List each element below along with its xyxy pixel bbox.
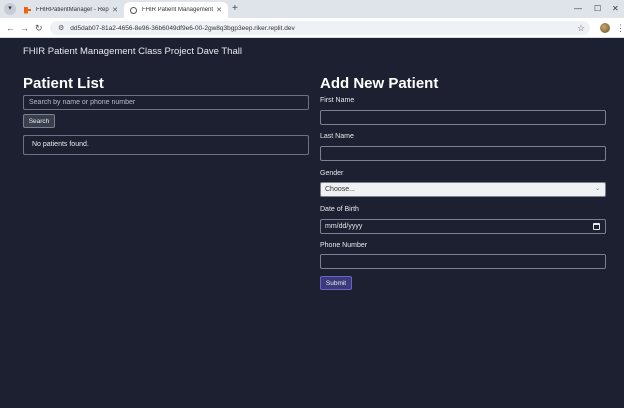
menu-kebab-icon[interactable]: ⋮: [616, 22, 624, 34]
browser-toolbar: ← → ↻ ⚙ dd5dab07-81a2-4656-8e96-36b6049d…: [0, 18, 624, 38]
tab-title: FHIRPatientManager - Replit: [36, 7, 110, 13]
tab-search-icon[interactable]: ▾: [4, 3, 16, 15]
dob-field[interactable]: mm/dd/yyyy: [320, 219, 606, 234]
last-name-field[interactable]: [320, 146, 606, 161]
gender-label: Gender: [320, 170, 344, 177]
site-info-icon[interactable]: ⚙: [58, 24, 64, 32]
navbar-brand[interactable]: FHIR Patient Management Class Project Da…: [23, 46, 242, 57]
first-name-label: First Name: [320, 97, 355, 104]
empty-patient-list: No patients found.: [23, 135, 309, 155]
close-icon[interactable]: ✕: [216, 6, 222, 14]
browser-tabstrip: ▾ FHIRPatientManager - Replit ✕ FHIR Pat…: [0, 0, 624, 18]
add-patient-heading: Add New Patient: [320, 75, 439, 92]
globe-icon: [130, 6, 137, 14]
reload-icon[interactable]: ↻: [35, 22, 43, 34]
back-icon[interactable]: ←: [6, 22, 15, 34]
app-container: FHIR Patient Management Class Project Da…: [0, 39, 624, 408]
replit-icon: [24, 6, 31, 14]
first-name-field[interactable]: [320, 110, 606, 125]
new-tab-button[interactable]: +: [232, 3, 238, 15]
gender-selected-value: Choose...: [325, 186, 355, 193]
browser-tab-active[interactable]: FHIR Patient Management ✕: [124, 2, 228, 18]
phone-field[interactable]: [320, 254, 606, 269]
dob-placeholder: mm/dd/yyyy: [325, 223, 363, 230]
tab-title: FHIR Patient Management: [142, 7, 214, 13]
bookmark-star-icon[interactable]: ☆: [577, 22, 585, 34]
chevron-down-icon: ⌄: [594, 186, 600, 192]
phone-label: Phone Number: [320, 242, 368, 249]
submit-button[interactable]: Submit: [320, 276, 352, 290]
address-bar[interactable]: ⚙ dd5dab07-81a2-4656-8e96-36b6049df9e6-0…: [50, 21, 590, 35]
search-input[interactable]: [23, 95, 309, 110]
calendar-icon[interactable]: [593, 223, 600, 230]
gender-select[interactable]: Choose... ⌄: [320, 182, 606, 197]
url-text: dd5dab07-81a2-4656-8e96-36b6049df9e6-00-…: [70, 24, 295, 32]
window-close-icon[interactable]: ✕: [612, 3, 619, 15]
last-name-label: Last Name: [320, 133, 354, 140]
browser-tab-replit[interactable]: FHIRPatientManager - Replit ✕: [18, 2, 124, 18]
close-icon[interactable]: ✕: [112, 6, 118, 14]
dob-label: Date of Birth: [320, 206, 359, 213]
forward-icon[interactable]: →: [20, 22, 29, 34]
patient-list-heading: Patient List: [23, 75, 104, 92]
search-button[interactable]: Search: [23, 114, 55, 128]
profile-avatar[interactable]: [600, 23, 610, 33]
minimize-icon[interactable]: —: [574, 3, 582, 15]
maximize-icon[interactable]: ☐: [594, 3, 601, 15]
